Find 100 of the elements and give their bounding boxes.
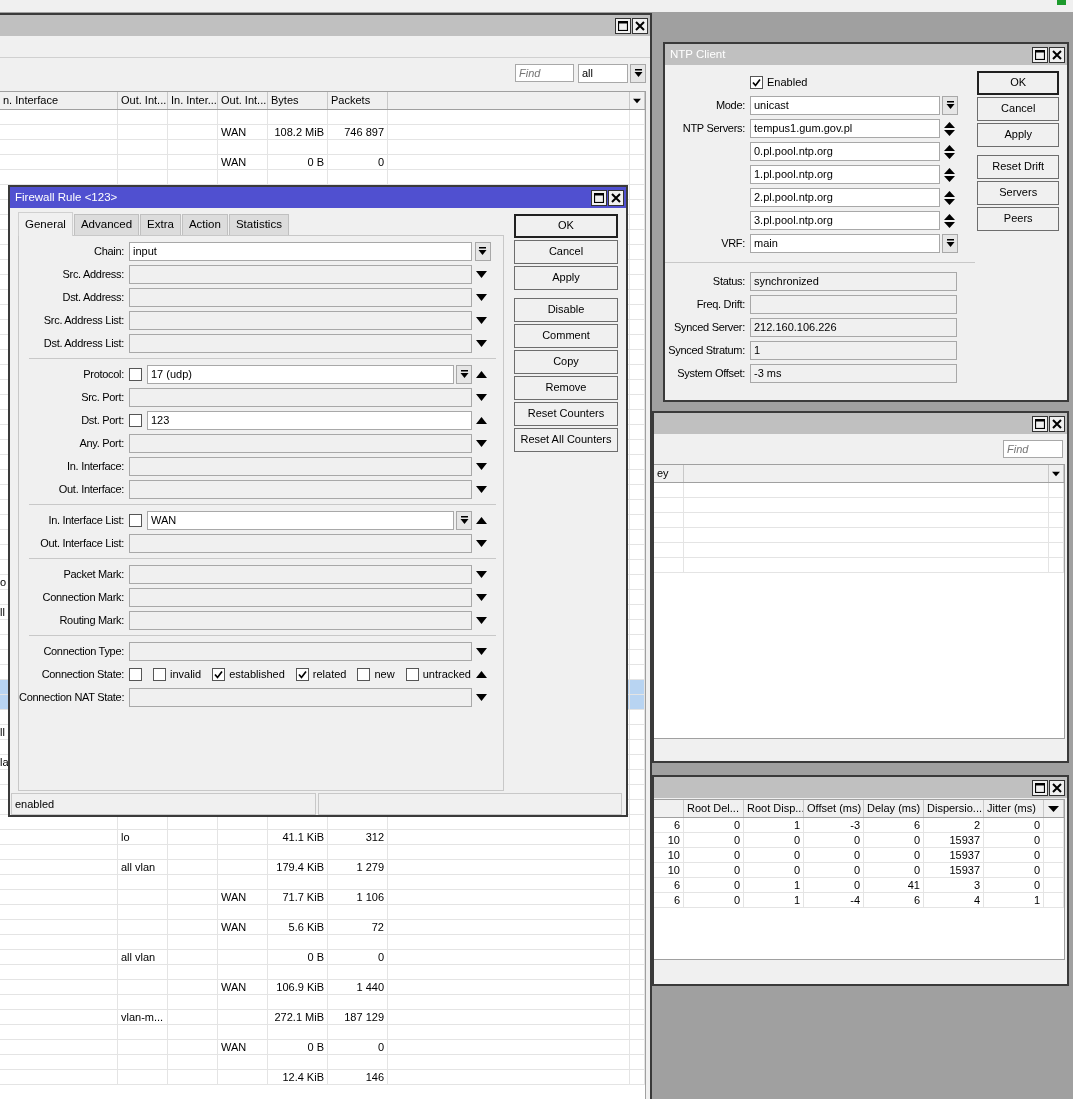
maximize-button[interactable] — [1032, 415, 1048, 432]
search-field[interactable]: Find — [1003, 440, 1063, 458]
tab[interactable]: Extra — [140, 214, 181, 235]
input-field[interactable] — [129, 311, 472, 330]
table-row[interactable]: WAN 106.9 KiB 1 440 — [0, 980, 645, 995]
dropdown-button[interactable] — [942, 96, 958, 115]
search-field[interactable]: Find — [515, 64, 574, 82]
column-header[interactable]: Offset (ms) — [804, 800, 864, 817]
checkbox[interactable] — [129, 414, 142, 427]
column-header[interactable]: Root Disp... — [744, 800, 804, 817]
close-button[interactable] — [632, 17, 648, 34]
table-row[interactable]: WAN 0 B 0 — [0, 1040, 645, 1055]
table-row[interactable]: 10 0 0 0 0 15937 0 — [654, 863, 1064, 878]
input-field[interactable]: 3.pl.pool.ntp.org — [750, 211, 940, 230]
dropdown-button[interactable] — [630, 63, 646, 83]
column-header[interactable]: n. Interface — [0, 92, 118, 109]
table-row[interactable]: WAN 108.2 MiB 746 897 — [0, 125, 645, 140]
checkbox[interactable] — [153, 668, 166, 681]
table-row[interactable]: all vlan 179.4 KiB 1 279 — [0, 860, 645, 875]
input-field[interactable] — [129, 265, 472, 284]
input-field[interactable]: input — [129, 242, 472, 261]
close-button[interactable] — [1049, 415, 1065, 432]
table-row[interactable]: WAN 5.6 KiB 72 — [0, 920, 645, 935]
column-header[interactable]: Packets — [328, 92, 388, 109]
dialog-button[interactable]: OK — [514, 214, 618, 238]
column-header[interactable]: In. Inter... — [168, 92, 218, 109]
checkbox[interactable] — [129, 368, 142, 381]
tab[interactable]: Action — [181, 214, 228, 235]
dialog-button[interactable]: Cancel — [977, 97, 1059, 121]
table-row[interactable]: 6 0 1 -3 6 2 0 — [654, 818, 1064, 833]
checkbox[interactable] — [295, 668, 309, 681]
column-header[interactable]: ey — [654, 465, 684, 482]
down-triangle-icon[interactable] — [476, 571, 487, 578]
dialog-button[interactable]: Apply — [977, 123, 1059, 147]
input-field[interactable]: 0.pl.pool.ntp.org — [750, 142, 940, 161]
table-row[interactable]: WAN 71.7 KiB 1 106 — [0, 890, 645, 905]
table-row[interactable]: vlan-m... 272.1 MiB 187 129 — [0, 1010, 645, 1025]
dialog-button[interactable]: Cancel — [514, 240, 618, 264]
maximize-button[interactable] — [1032, 46, 1048, 63]
table-row[interactable]: 10 0 0 0 0 15937 0 — [654, 833, 1064, 848]
table-row[interactable]: 10 0 0 0 0 15937 0 — [654, 848, 1064, 863]
column-header[interactable]: Out. Int... — [218, 92, 268, 109]
column-menu-icon[interactable] — [633, 97, 641, 104]
dialog-button[interactable]: Reset All Counters — [514, 428, 618, 452]
close-button[interactable] — [1049, 46, 1065, 63]
column-header[interactable]: Out. Int... — [118, 92, 168, 109]
input-field[interactable] — [129, 642, 472, 661]
dialog-button[interactable]: Reset Drift — [977, 155, 1059, 179]
down-triangle-icon[interactable] — [476, 394, 487, 401]
input-field[interactable] — [129, 288, 472, 307]
table-row[interactable]: 6 0 1 0 41 3 0 — [654, 878, 1064, 893]
column-header[interactable]: Dispersio... — [924, 800, 984, 817]
column-header[interactable]: Root Del... — [684, 800, 744, 817]
maximize-button[interactable] — [1032, 779, 1048, 796]
close-button[interactable] — [1049, 779, 1065, 796]
input-field[interactable]: WAN — [147, 511, 454, 530]
checkbox[interactable] — [357, 668, 371, 681]
maximize-button[interactable] — [615, 17, 631, 34]
down-triangle-icon[interactable] — [476, 540, 487, 547]
down-triangle-icon[interactable] — [476, 317, 487, 324]
table-row[interactable]: all vlan 0 B 0 — [0, 950, 645, 965]
checkbox[interactable] — [212, 668, 226, 681]
input-field[interactable] — [129, 434, 472, 453]
down-triangle-icon[interactable] — [476, 294, 487, 301]
input-field[interactable]: 2.pl.pool.ntp.org — [750, 188, 940, 207]
maximize-button[interactable] — [591, 189, 607, 206]
input-field[interactable]: unicast — [750, 96, 940, 115]
dropdown-button[interactable] — [942, 234, 958, 253]
up-triangle-icon[interactable] — [476, 671, 487, 678]
dialog-button[interactable]: Peers — [977, 207, 1059, 231]
up-triangle-icon[interactable] — [476, 517, 487, 524]
dialog-button[interactable]: Remove — [514, 376, 618, 400]
tab[interactable]: Statistics — [228, 214, 289, 235]
down-triangle-icon[interactable] — [476, 271, 487, 278]
up-down-arrows-icon[interactable] — [943, 120, 955, 137]
table-row[interactable]: WAN 0 B 0 — [0, 155, 645, 170]
down-triangle-icon[interactable] — [476, 340, 487, 347]
dialog-button[interactable]: Servers — [977, 181, 1059, 205]
dialog-button[interactable]: OK — [977, 71, 1059, 95]
input-field[interactable] — [129, 588, 472, 607]
input-field[interactable] — [129, 334, 472, 353]
tab[interactable]: General — [18, 212, 73, 236]
column-header[interactable]: Jitter (ms) — [984, 800, 1044, 817]
column-header[interactable]: Delay (ms) — [864, 800, 924, 817]
dropdown-button[interactable] — [474, 242, 491, 261]
filter-field[interactable]: all — [578, 63, 628, 83]
input-field[interactable] — [129, 565, 472, 584]
dialog-button[interactable]: Comment — [514, 324, 618, 348]
table-row[interactable]: 12.4 KiB 146 — [0, 1070, 645, 1085]
table-row[interactable]: 6 0 1 -4 6 4 1 — [654, 893, 1064, 908]
dialog-button[interactable]: Disable — [514, 298, 618, 322]
checkbox[interactable] — [750, 76, 763, 89]
down-triangle-icon[interactable] — [476, 694, 487, 701]
dialog-button[interactable]: Copy — [514, 350, 618, 374]
input-field[interactable]: tempus1.gum.gov.pl — [750, 119, 940, 138]
column-menu-icon[interactable] — [1052, 470, 1060, 477]
input-field[interactable]: main — [750, 234, 940, 253]
down-triangle-icon[interactable] — [476, 486, 487, 493]
down-triangle-icon[interactable] — [476, 648, 487, 655]
up-down-arrows-icon[interactable] — [943, 143, 955, 160]
